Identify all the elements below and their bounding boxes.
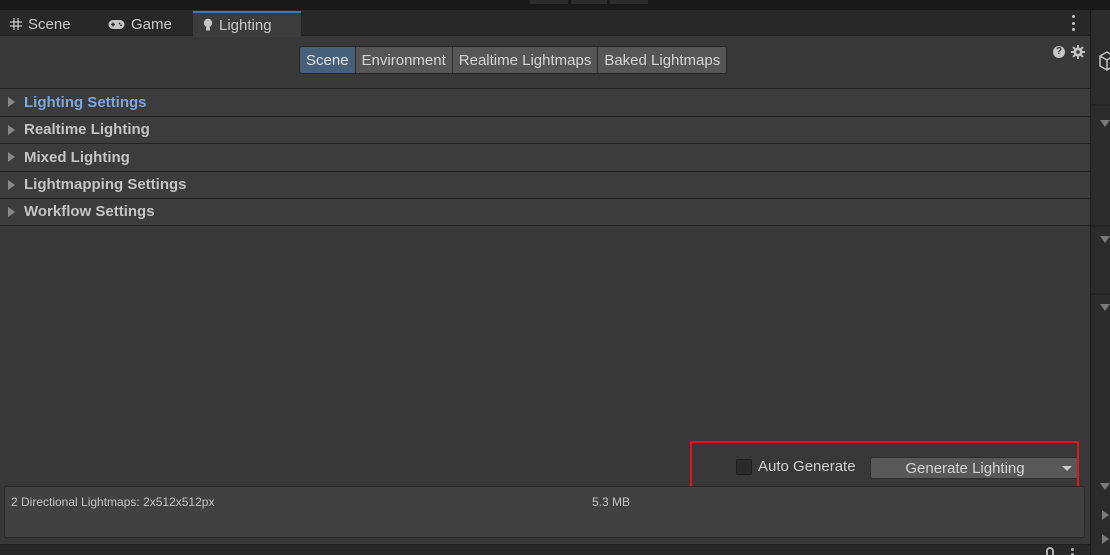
gear-icon[interactable]	[1071, 45, 1085, 59]
panel-foldout-icon[interactable]	[1100, 304, 1110, 311]
segment-realtime-lightmaps[interactable]: Realtime Lightmaps	[452, 47, 599, 73]
tab-bar: Scene Game Lighting	[0, 10, 1090, 37]
bottom-strip	[0, 544, 1090, 555]
foldout-label: Workflow Settings	[24, 203, 155, 221]
lock-icon[interactable]	[1046, 547, 1054, 555]
auto-generate-toggle[interactable]: Auto Generate	[736, 458, 856, 475]
segment-scene[interactable]: Scene	[300, 47, 356, 73]
help-icon[interactable]: ?	[1053, 46, 1065, 58]
settings-foldouts: Lighting Settings Realtime Lighting Mixe…	[0, 88, 1090, 226]
tab-game[interactable]: Game	[98, 12, 182, 36]
expand-arrow-icon	[8, 152, 15, 163]
grid-icon	[10, 18, 22, 30]
foldout-workflow-settings[interactable]: Workflow Settings	[0, 198, 1090, 226]
lighting-toolbar: Scene Environment Realtime Lightmaps Bak…	[0, 37, 1090, 88]
auto-generate-checkbox[interactable]	[736, 458, 752, 475]
view-selector: Scene Environment Realtime Lightmaps Bak…	[299, 46, 728, 74]
segment-environment[interactable]: Environment	[355, 47, 453, 73]
foldout-label: Realtime Lighting	[24, 121, 150, 139]
foldout-lightmapping-settings[interactable]: Lightmapping Settings	[0, 170, 1090, 198]
tab-label: Lighting	[219, 16, 272, 34]
foldout-label: Lighting Settings	[24, 93, 147, 111]
foldout-label: Lightmapping Settings	[24, 176, 187, 194]
lightbulb-icon	[203, 18, 213, 31]
cube-icon	[1099, 51, 1110, 71]
side-panel	[1090, 10, 1110, 555]
foldout-lighting-settings[interactable]: Lighting Settings	[0, 88, 1090, 116]
expand-arrow-icon	[8, 179, 15, 190]
expand-arrow-icon	[8, 97, 15, 108]
gamepad-icon	[108, 19, 125, 29]
generate-lighting-button[interactable]: Generate Lighting	[870, 457, 1079, 479]
lightmap-size-text: 5.3 MB	[592, 495, 631, 509]
foldout-mixed-lighting[interactable]: Mixed Lighting	[0, 143, 1090, 171]
bottom-menu-icon[interactable]	[1071, 548, 1074, 555]
foldout-realtime-lighting[interactable]: Realtime Lighting	[0, 115, 1090, 143]
tab-label: Game	[131, 15, 172, 33]
foldout-label: Mixed Lighting	[24, 148, 130, 166]
tab-lighting[interactable]: Lighting	[193, 11, 301, 37]
panel-foldout-icon[interactable]	[1100, 236, 1110, 243]
auto-generate-label: Auto Generate	[758, 458, 856, 475]
segment-baked-lightmaps[interactable]: Baked Lightmaps	[598, 47, 727, 73]
expand-arrow-icon	[8, 206, 15, 217]
expand-arrow-icon	[8, 124, 15, 135]
top-strip	[0, 0, 1110, 10]
lightmap-count-text: 2 Directional Lightmaps: 2x512x512px	[11, 495, 215, 509]
generate-lighting-label: Generate Lighting	[905, 459, 1025, 477]
panel-expand-icon[interactable]	[1102, 510, 1109, 520]
panel-expand-icon[interactable]	[1102, 534, 1109, 544]
window-menu-icon[interactable]	[1072, 15, 1076, 31]
panel-foldout-icon[interactable]	[1100, 120, 1110, 127]
toolbar-button-stub	[571, 0, 607, 4]
tab-scene[interactable]: Scene	[0, 12, 81, 36]
lighting-window: Scene Game Lighting Scene Environment Re…	[0, 0, 1110, 555]
tab-label: Scene	[28, 15, 71, 33]
dropdown-arrow-icon[interactable]	[1062, 465, 1072, 471]
panel-foldout-icon[interactable]	[1100, 483, 1110, 490]
toolbar-button-stub	[530, 0, 568, 4]
lightmap-stats-box: 2 Directional Lightmaps: 2x512x512px 5.3…	[4, 486, 1085, 538]
toolbar-button-stub	[610, 0, 648, 4]
